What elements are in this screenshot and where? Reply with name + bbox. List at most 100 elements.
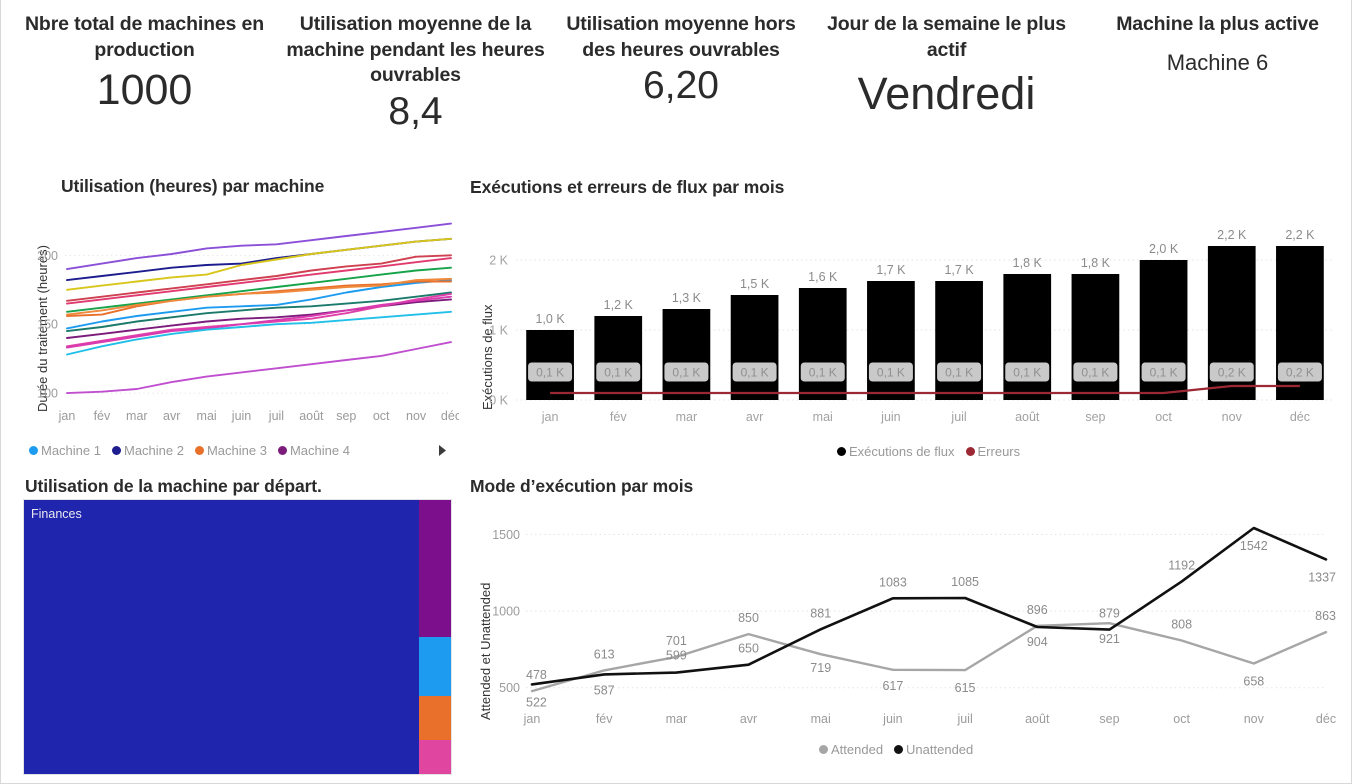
svg-text:100: 100 — [37, 387, 58, 401]
svg-text:615: 615 — [955, 681, 976, 695]
svg-text:sep: sep — [1099, 712, 1119, 726]
svg-text:0,1 K: 0,1 K — [1081, 366, 1109, 380]
machine-usage-chart-title: Utilisation (heures) par machine — [61, 176, 325, 196]
svg-text:mai: mai — [811, 712, 831, 726]
svg-text:1000: 1000 — [492, 605, 520, 619]
kpi-title: Machine la plus active — [1116, 13, 1319, 35]
svg-text:0,1 K: 0,1 K — [945, 366, 973, 380]
kpi-card-total-machines[interactable]: Nbre total de machines en production 100… — [1, 0, 280, 152]
svg-text:1083: 1083 — [879, 575, 907, 589]
svg-text:1,7 K: 1,7 K — [944, 263, 974, 277]
svg-text:juil: juil — [956, 712, 972, 726]
kpi-title: Nbre total de machines en production — [25, 13, 264, 61]
legend-item-machine-3[interactable]: Machine 3 — [194, 443, 267, 458]
svg-text:599: 599 — [666, 649, 687, 663]
svg-text:2 K: 2 K — [489, 254, 508, 268]
legend-item-attended[interactable]: Attended — [819, 742, 883, 757]
treemap-node-label: Finances — [31, 507, 82, 521]
svg-text:850: 850 — [738, 611, 759, 625]
svg-text:oct: oct — [1155, 410, 1172, 424]
svg-text:719: 719 — [810, 661, 831, 675]
svg-text:déc: déc — [441, 409, 459, 423]
svg-text:1,6 K: 1,6 K — [808, 270, 838, 284]
svg-text:jan: jan — [58, 409, 76, 423]
legend-next-arrow-icon[interactable] — [435, 443, 449, 457]
legend-dot-icon — [29, 446, 38, 455]
treemap-node-orange[interactable] — [418, 695, 451, 740]
flow-runs-chart-title: Exécutions et erreurs de flux par mois — [470, 177, 785, 197]
svg-text:août: août — [1025, 712, 1050, 726]
legend-label: Exécutions de flux — [849, 444, 955, 459]
svg-text:0,1 K: 0,1 K — [809, 366, 837, 380]
legend-item-flow-executions[interactable]: Exécutions de flux — [837, 444, 955, 459]
legend-item-unattended[interactable]: Unattended — [894, 742, 973, 757]
legend-item-machine-2[interactable]: Machine 2 — [111, 443, 184, 458]
svg-text:juil: juil — [950, 410, 966, 424]
svg-text:nov: nov — [1222, 410, 1243, 424]
svg-text:sep: sep — [1085, 410, 1105, 424]
dept-usage-treemap[interactable]: Finances — [23, 499, 452, 775]
svg-text:août: août — [1015, 410, 1040, 424]
svg-text:avr: avr — [163, 409, 180, 423]
treemap-node-purple[interactable] — [418, 500, 451, 637]
legend-dot-icon — [111, 446, 121, 455]
kpi-title: Jour de la semaine le plus actif — [827, 13, 1066, 61]
legend-label: Machine 4 — [289, 443, 350, 458]
svg-text:0,1 K: 0,1 K — [1150, 366, 1178, 380]
kpi-card-avg-usage-business-hours[interactable]: Utilisation moyenne de la machine pendan… — [280, 0, 551, 152]
svg-text:mar: mar — [676, 410, 698, 424]
svg-text:613: 613 — [594, 647, 615, 661]
treemap-node-finances[interactable]: Finances — [24, 500, 419, 774]
svg-text:701: 701 — [666, 634, 687, 648]
legend-item-machine-1[interactable]: Machine 1 — [29, 443, 101, 458]
svg-text:478: 478 — [526, 668, 547, 682]
legend-dot-icon — [965, 447, 975, 456]
svg-text:1,5 K: 1,5 K — [740, 277, 770, 291]
svg-text:500: 500 — [499, 681, 520, 695]
legend-dot-icon — [837, 447, 846, 456]
exec-mode-chart-plot[interactable]: 500 1000 1500 478 613 701 850 719 617 615 904 921 80… — [470, 500, 1344, 734]
svg-text:1 K: 1 K — [489, 324, 508, 338]
exec-mode-legend: Attended Unattended — [819, 742, 984, 757]
kpi-title: Utilisation moyenne de la machine pendan… — [286, 13, 545, 87]
svg-text:650: 650 — [738, 642, 759, 656]
legend-label: Machine 2 — [123, 443, 184, 458]
treemap-side-column — [418, 500, 451, 774]
svg-text:2,2 K: 2,2 K — [1217, 228, 1247, 242]
treemap-node-pink[interactable] — [418, 739, 451, 774]
svg-text:juil: juil — [268, 409, 284, 423]
kpi-card-row: Nbre total de machines en production 100… — [1, 0, 1352, 152]
kpi-card-most-active-machine[interactable]: Machine la plus active Machine 6 — [1082, 0, 1352, 152]
svg-text:oct: oct — [373, 409, 390, 423]
kpi-value: 6,20 — [643, 64, 719, 108]
legend-item-errors[interactable]: Erreurs — [965, 444, 1020, 459]
svg-text:mar: mar — [126, 409, 148, 423]
svg-text:658: 658 — [1243, 675, 1264, 689]
svg-text:0,1 K: 0,1 K — [877, 366, 905, 380]
svg-text:avr: avr — [746, 410, 763, 424]
legend-label: Attended — [831, 742, 884, 757]
svg-text:0,1 K: 0,1 K — [604, 366, 632, 380]
svg-text:mar: mar — [666, 712, 688, 726]
legend-dot-icon — [819, 745, 828, 754]
svg-text:2,0 K: 2,0 K — [1149, 242, 1179, 256]
exec-mode-chart-title: Mode d’exécution par mois — [470, 476, 694, 496]
machine-usage-chart-plot[interactable]: 100 150 200 jan fév mar avr mai juin juil août sep o… — [23, 196, 459, 428]
svg-text:fév: fév — [596, 712, 613, 726]
legend-dot-icon — [894, 745, 904, 754]
svg-text:juin: juin — [231, 409, 252, 423]
flow-runs-chart-plot[interactable]: 0 K 1 K 2 K 1,0 K 1,2 K 1,3 K 1,5 K 1,6 K 1,7 K 1… — [470, 206, 1344, 430]
svg-text:0 K: 0 K — [489, 394, 508, 408]
kpi-card-avg-usage-outside-hours[interactable]: Utilisation moyenne hors des heures ouvr… — [551, 0, 811, 152]
kpi-card-most-active-weekday[interactable]: Jour de la semaine le plus actif Vendred… — [811, 0, 1082, 152]
svg-text:nov: nov — [406, 409, 427, 423]
svg-text:oct: oct — [1173, 712, 1190, 726]
treemap-node-blue[interactable] — [418, 637, 451, 696]
legend-label: Machine 1 — [41, 443, 101, 458]
svg-text:juin: juin — [880, 410, 901, 424]
legend-item-machine-4[interactable]: Machine 4 — [277, 443, 350, 458]
dept-usage-chart-title: Utilisation de la machine par départ. — [25, 476, 322, 496]
svg-text:déc: déc — [1316, 712, 1336, 726]
kpi-value: 1000 — [96, 66, 193, 115]
svg-text:0,1 K: 0,1 K — [741, 366, 769, 380]
